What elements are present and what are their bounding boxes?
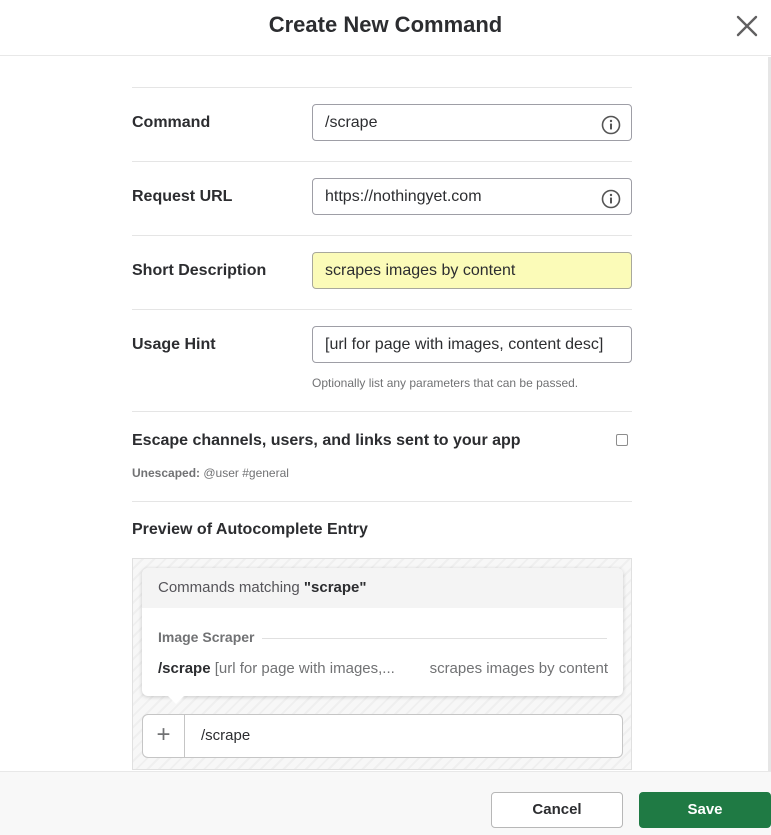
unescaped-label: Unescaped:	[132, 466, 201, 480]
escape-label: Escape channels, users, and links sent t…	[132, 432, 521, 449]
usage-hint-label: Usage Hint	[132, 336, 216, 353]
autocomplete-header: Commands matching "scrape"	[142, 568, 623, 608]
info-icon[interactable]	[601, 113, 621, 135]
dialog-title: Create New Command	[268, 12, 503, 37]
short-description-input-value: scrapes images by content	[325, 262, 516, 279]
save-button[interactable]: Save	[639, 792, 771, 828]
divider	[132, 501, 632, 502]
command-label: Command	[132, 114, 211, 131]
usage-hint-help: Optionally list any parameters that can …	[312, 376, 579, 390]
usage-hint-input-value: [url for page with images, content desc]	[325, 336, 604, 353]
autocomplete-card: Commands matching "scrape" Image Scraper…	[142, 568, 623, 704]
app-name: Image Scraper	[158, 629, 255, 645]
item-hint: [url for page with images,...	[214, 660, 395, 677]
message-text: /scrape	[201, 727, 251, 744]
request-url-input[interactable]: https://nothingyet.com	[312, 178, 632, 215]
unescaped-note: Unescaped: @user #general	[132, 466, 289, 480]
item-command: /scrape	[158, 660, 211, 677]
cancel-button[interactable]: Cancel	[491, 792, 623, 828]
close-icon[interactable]	[733, 12, 761, 40]
matching-term: "scrape"	[303, 579, 367, 596]
command-input-value: /scrape	[325, 114, 378, 131]
preview-title: Preview of Autocomplete Entry	[132, 521, 368, 538]
unescaped-example: @user #general	[203, 466, 289, 480]
request-url-label: Request URL	[132, 188, 233, 205]
command-input[interactable]: /scrape	[312, 104, 632, 141]
divider	[132, 235, 632, 236]
info-icon[interactable]	[601, 187, 621, 209]
item-description: scrapes images by content	[429, 660, 608, 677]
autocomplete-item[interactable]: /scrape [url for page with images,... sc…	[158, 660, 608, 677]
short-description-input[interactable]: scrapes images by content	[312, 252, 632, 289]
divider	[132, 161, 632, 162]
request-url-input-value: https://nothingyet.com	[325, 188, 482, 205]
dialog-header: Create New Command	[0, 0, 771, 56]
escape-checkbox[interactable]	[616, 434, 628, 446]
divider	[132, 309, 632, 310]
usage-hint-input[interactable]: [url for page with images, content desc]	[312, 326, 632, 363]
autocomplete-preview: Commands matching "scrape" Image Scraper…	[132, 558, 632, 770]
divider	[132, 87, 632, 88]
divider	[262, 638, 607, 639]
dialog-footer: Cancel Save	[0, 771, 771, 835]
message-input[interactable]: + /scrape	[142, 714, 623, 758]
short-description-label: Short Description	[132, 262, 267, 279]
divider	[132, 411, 632, 412]
matching-prefix: Commands matching	[158, 579, 304, 596]
plus-icon[interactable]: +	[143, 715, 185, 757]
